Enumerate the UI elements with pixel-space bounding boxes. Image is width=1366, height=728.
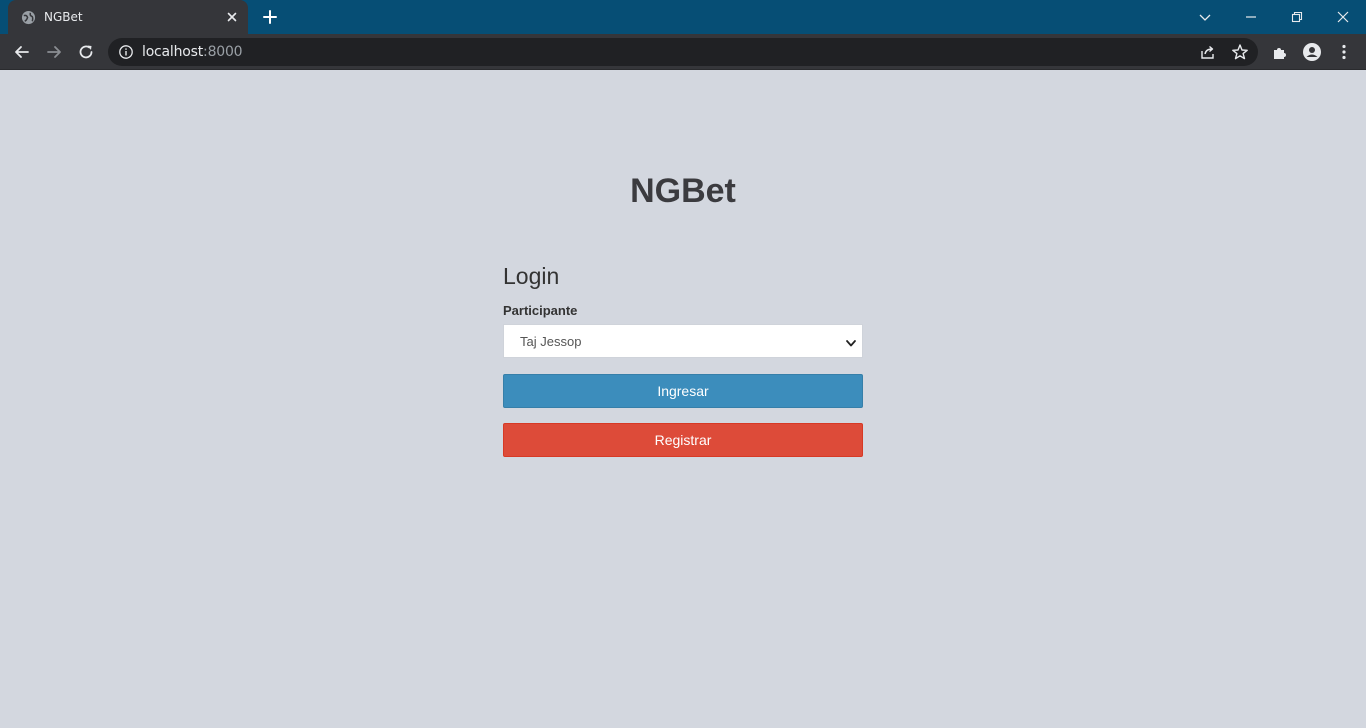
close-window-icon[interactable] bbox=[1333, 7, 1353, 27]
login-form: Login Participante Taj Jessop Ingresar R… bbox=[503, 262, 863, 457]
participant-selected-value: Taj Jessop bbox=[520, 334, 582, 349]
tab-title: NGBet bbox=[44, 10, 83, 24]
participant-select[interactable]: Taj Jessop bbox=[503, 324, 863, 358]
login-heading: Login bbox=[503, 263, 560, 289]
address-bar[interactable]: localhost:8000 bbox=[108, 38, 1258, 66]
info-icon[interactable] bbox=[118, 44, 134, 60]
profile-icon[interactable] bbox=[1302, 42, 1322, 62]
share-icon[interactable] bbox=[1199, 43, 1217, 61]
arrow-left-icon[interactable] bbox=[12, 42, 32, 62]
chevron-down-icon bbox=[845, 336, 857, 348]
url-host: localhost bbox=[142, 44, 204, 60]
arrow-right-icon[interactable] bbox=[44, 42, 64, 62]
chevron-down-icon[interactable] bbox=[1195, 7, 1215, 27]
login-button[interactable]: Ingresar bbox=[503, 374, 863, 408]
puzzle-icon[interactable] bbox=[1270, 42, 1290, 62]
reload-icon[interactable] bbox=[76, 42, 96, 62]
url-text: localhost:8000 bbox=[142, 44, 243, 60]
brand-title: NGBet bbox=[630, 172, 736, 210]
star-icon[interactable] bbox=[1231, 43, 1249, 61]
minimize-icon[interactable] bbox=[1241, 7, 1261, 27]
register-button[interactable]: Registrar bbox=[503, 423, 863, 457]
restore-icon[interactable] bbox=[1287, 7, 1307, 27]
browser-tab[interactable]: NGBet bbox=[8, 0, 248, 34]
tab-strip: NGBet bbox=[0, 0, 1366, 34]
url-port: :8000 bbox=[203, 44, 243, 60]
participant-label: Participante bbox=[503, 303, 578, 318]
plus-icon[interactable] bbox=[261, 8, 279, 26]
browser-toolbar: localhost:8000 bbox=[0, 34, 1366, 70]
kebab-menu-icon[interactable] bbox=[1334, 42, 1354, 62]
close-icon[interactable] bbox=[224, 9, 240, 25]
globe-icon bbox=[21, 10, 36, 25]
